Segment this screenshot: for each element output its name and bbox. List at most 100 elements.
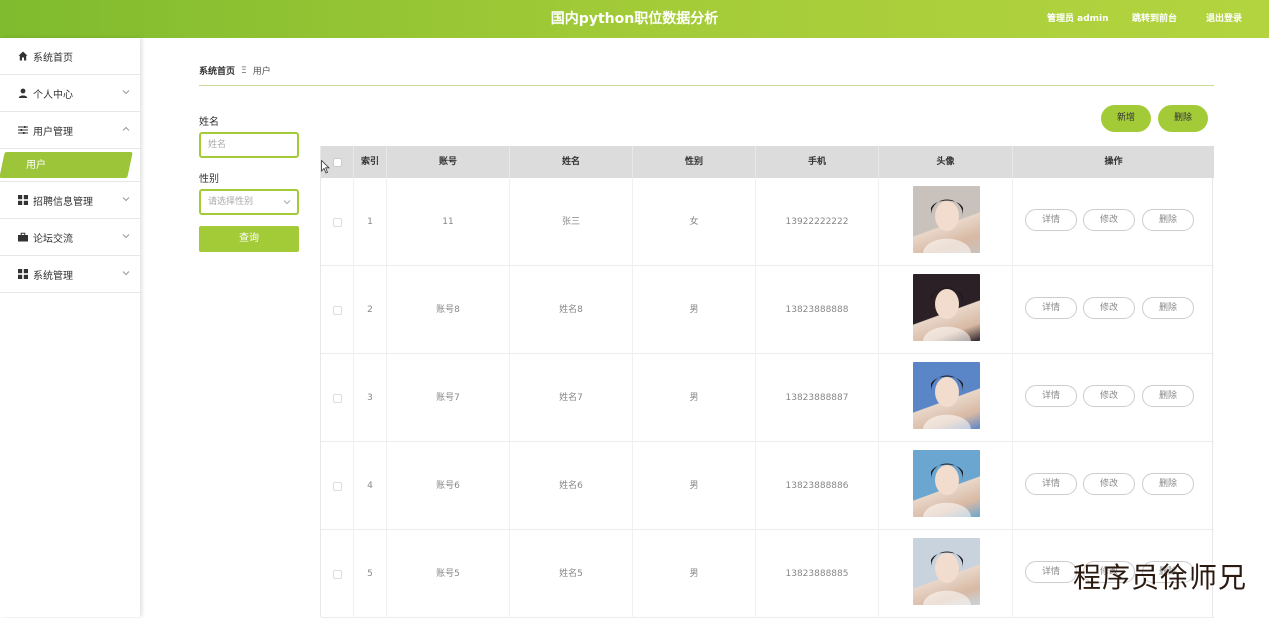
add-button[interactable]: 新增 bbox=[1101, 105, 1151, 132]
cell-phone: 13823888887 bbox=[756, 354, 879, 442]
grid-icon bbox=[18, 195, 28, 205]
chevron-down-icon bbox=[122, 197, 130, 202]
header-index: 索引 bbox=[354, 146, 387, 178]
cell-select bbox=[321, 530, 354, 618]
sidebar-item-forum[interactable]: 论坛交流 bbox=[0, 219, 140, 256]
header-account: 账号 bbox=[387, 146, 510, 178]
chevron-down-icon bbox=[122, 90, 130, 95]
row-checkbox[interactable] bbox=[333, 482, 342, 491]
sidebar-item-label: 招聘信息管理 bbox=[33, 196, 93, 208]
delete-button[interactable]: 删除 bbox=[1158, 105, 1208, 132]
top-header: 国内python职位数据分析 管理员 admin 跳转到前台 退出登录 bbox=[0, 0, 1269, 38]
cell-index: 2 bbox=[354, 266, 387, 354]
select-all-checkbox[interactable] bbox=[333, 158, 342, 167]
header-phone: 手机 bbox=[756, 146, 879, 178]
detail-button[interactable]: 详情 bbox=[1025, 209, 1077, 231]
cell-phone: 13823888888 bbox=[756, 266, 879, 354]
search-button[interactable]: 查询 bbox=[199, 226, 299, 252]
chevron-down-icon bbox=[122, 234, 130, 239]
sidebar-item-recruitment[interactable]: 招聘信息管理 bbox=[0, 182, 140, 219]
logout-link[interactable]: 退出登录 bbox=[1206, 0, 1242, 38]
delete-row-button[interactable]: 删除 bbox=[1142, 209, 1194, 231]
cell-phone: 13823888885 bbox=[756, 530, 879, 618]
chevron-up-icon bbox=[122, 126, 130, 131]
name-label: 姓名 bbox=[199, 117, 219, 128]
delete-row-button[interactable]: 删除 bbox=[1142, 297, 1194, 319]
table-row: 3 账号7 姓名7 男 13823888887 详情 修改 删除 bbox=[321, 354, 1214, 442]
cell-gender: 男 bbox=[633, 266, 756, 354]
edit-button[interactable]: 修改 bbox=[1083, 473, 1135, 495]
cell-select bbox=[321, 442, 354, 530]
cell-gender: 男 bbox=[633, 442, 756, 530]
delete-row-button[interactable]: 删除 bbox=[1142, 473, 1194, 495]
cell-name: 姓名8 bbox=[510, 266, 633, 354]
frontend-link[interactable]: 跳转到前台 bbox=[1132, 0, 1177, 38]
sidebar-item-label: 系统管理 bbox=[33, 270, 73, 282]
cell-index: 5 bbox=[354, 530, 387, 618]
detail-button[interactable]: 详情 bbox=[1025, 473, 1077, 495]
cell-name: 姓名7 bbox=[510, 354, 633, 442]
cell-name: 姓名6 bbox=[510, 442, 633, 530]
cell-name: 姓名5 bbox=[510, 530, 633, 618]
mouse-cursor-icon bbox=[321, 160, 330, 174]
detail-button[interactable]: 详情 bbox=[1025, 297, 1077, 319]
breadcrumb-home[interactable]: 系统首页 bbox=[199, 64, 235, 77]
header-avatar: 头像 bbox=[879, 146, 1013, 178]
row-checkbox[interactable] bbox=[333, 394, 342, 403]
sidebar-item-label: 用户管理 bbox=[33, 126, 73, 138]
sidebar-item-label: 论坛交流 bbox=[33, 233, 73, 245]
table-row: 4 账号6 姓名6 男 13823888886 详情 修改 删除 bbox=[321, 442, 1214, 530]
cell-index: 3 bbox=[354, 354, 387, 442]
home-icon bbox=[18, 51, 28, 61]
sidebar: 系统首页 个人中心 用户管理 用户 招聘信息管理 论坛交流 系统管理 bbox=[0, 38, 140, 617]
row-checkbox[interactable] bbox=[333, 306, 342, 315]
row-checkbox[interactable] bbox=[333, 570, 342, 579]
detail-button[interactable]: 详情 bbox=[1025, 385, 1077, 407]
avatar bbox=[913, 186, 980, 253]
gender-select[interactable]: 请选择性别 bbox=[199, 189, 299, 215]
breadcrumb-divider bbox=[199, 85, 1214, 86]
breadcrumb: 系统首页 Ξ 用户 bbox=[199, 64, 271, 78]
sidebar-item-label: 系统首页 bbox=[33, 52, 73, 64]
sidebar-item-home[interactable]: 系统首页 bbox=[0, 38, 140, 75]
grid-icon bbox=[18, 269, 28, 279]
sidebar-subitem-user[interactable]: 用户 bbox=[0, 149, 140, 182]
sidebar-item-profile[interactable]: 个人中心 bbox=[0, 75, 140, 112]
avatar bbox=[913, 450, 980, 517]
name-input[interactable]: 姓名 bbox=[199, 132, 299, 158]
header-actions: 操作 bbox=[1104, 157, 1123, 167]
header-gender: 性别 bbox=[633, 146, 756, 178]
sliders-icon bbox=[18, 125, 28, 135]
avatar bbox=[913, 538, 980, 605]
sidebar-item-users[interactable]: 用户管理 bbox=[0, 112, 140, 149]
edit-button[interactable]: 修改 bbox=[1083, 385, 1135, 407]
cell-select bbox=[321, 266, 354, 354]
detail-button[interactable]: 详情 bbox=[1025, 561, 1077, 583]
table-row: 1 11 张三女 13922222222 详情 修改 删除 bbox=[321, 178, 1214, 266]
edit-button[interactable]: 修改 bbox=[1083, 297, 1135, 319]
cell-gender: 男 bbox=[633, 530, 756, 618]
edit-button[interactable]: 修改 bbox=[1083, 209, 1135, 231]
sidebar-item-system[interactable]: 系统管理 bbox=[0, 256, 140, 293]
cell-select bbox=[321, 178, 354, 266]
admin-label: 管理员 admin bbox=[1047, 14, 1109, 24]
gender-select-placeholder: 请选择性别 bbox=[208, 197, 254, 207]
delete-row-button[interactable]: 删除 bbox=[1142, 385, 1194, 407]
cell-account: 账号5 bbox=[387, 530, 510, 618]
row-checkbox[interactable] bbox=[333, 218, 342, 227]
avatar bbox=[913, 362, 980, 429]
user-icon bbox=[18, 88, 28, 98]
cell-phone: 13823888886 bbox=[756, 442, 879, 530]
chevron-down-icon bbox=[122, 271, 130, 276]
gender-label: 性别 bbox=[199, 174, 219, 185]
user-table: 索引 账号 姓名 性别 手机 头像 操作 1 11 张三女 13922222222 详情… bbox=[320, 146, 1214, 618]
cell-select bbox=[321, 354, 354, 442]
watermark-text: 程序员徐师兄 bbox=[1072, 561, 1247, 594]
table-header: 索引 账号 姓名 性别 手机 头像 操作 bbox=[321, 146, 1214, 178]
cell-index: 4 bbox=[354, 442, 387, 530]
cell-account: 账号7 bbox=[387, 354, 510, 442]
sidebar-item-label: 个人中心 bbox=[33, 89, 73, 101]
cell-index: 1 bbox=[354, 178, 387, 266]
cell-gender: 男 bbox=[633, 354, 756, 442]
breadcrumb-current: 用户 bbox=[252, 67, 271, 77]
